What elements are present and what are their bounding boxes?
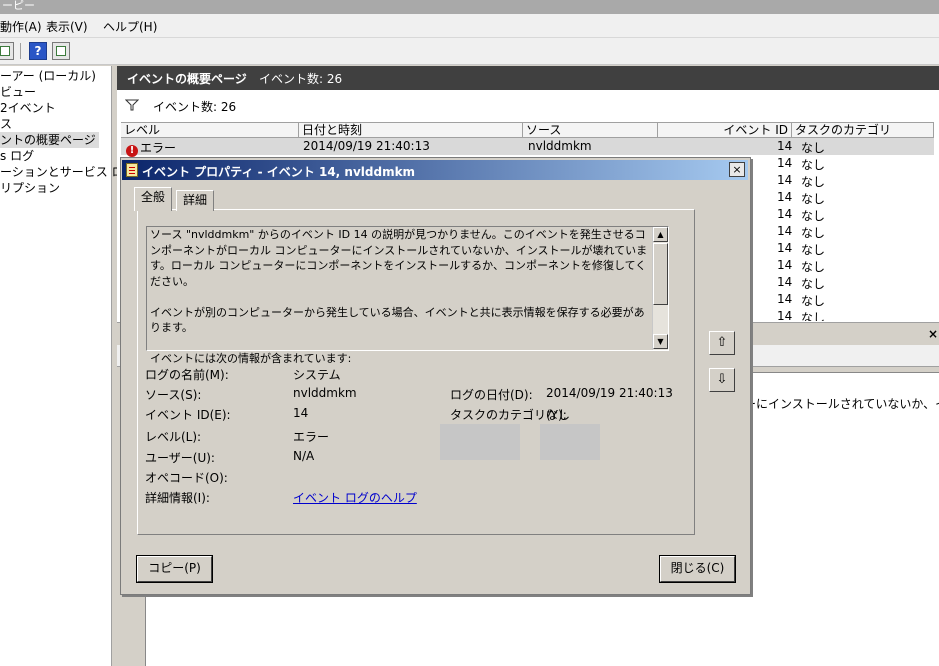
tree-item-windows-logs-fragment[interactable]: ス [0, 116, 15, 132]
scroll-down-icon[interactable]: ▼ [653, 334, 668, 349]
event-id-value: 14 [293, 406, 309, 420]
preview-close-button[interactable]: × [928, 327, 938, 341]
description-para: イベントには次の情報が含まれています: [150, 352, 352, 365]
toolbar-separator [20, 43, 21, 59]
row-category: なし [801, 192, 826, 206]
redacted-computer [540, 424, 600, 460]
opcode-label: オペコード(O): [145, 471, 228, 485]
event-id-label: イベント ID(E): [145, 408, 231, 422]
row-category: なし [801, 294, 826, 308]
source-label: ソース(S): [145, 388, 202, 402]
row-category: なし [801, 243, 826, 257]
dialog-close-button[interactable]: × [729, 162, 745, 177]
row-category: なし [801, 158, 826, 172]
description-text: ソース "nvlddmkm" からのイベント ID 14 の説明が見つかりません… [150, 227, 650, 382]
window-title: ーピー [0, 0, 939, 14]
row-event-id: 14 [777, 207, 793, 221]
tab-details[interactable]: 詳細 [176, 190, 215, 211]
table-row[interactable]: ! エラー 2014/09/19 21:40:13 nvlddmkm 14 なし [121, 138, 934, 157]
description-para: イベントが別のコンピューターから発生している場合、イベントと共に表示情報を保存す… [150, 305, 645, 335]
redacted-keywords [440, 424, 520, 460]
log-name-label: ログの名前(M): [145, 368, 229, 382]
row-datetime: 2014/09/19 21:40:13 [303, 139, 430, 153]
show-hide-tree-icon[interactable] [0, 42, 14, 60]
row-source: nvlddmkm [528, 139, 592, 153]
dialog-title-bar[interactable]: イベント プロパティ - イベント 14, nvlddmkm × [122, 160, 748, 180]
tree-item-windows-logs[interactable]: s ログ [0, 148, 37, 164]
tab-general[interactable]: 全般 [134, 187, 173, 211]
event-log-icon [126, 163, 138, 177]
help-icon[interactable]: ? [29, 42, 47, 60]
row-event-id: 14 [777, 309, 793, 321]
tree-item-subscriptions[interactable]: リプション [0, 180, 63, 196]
row-event-id: 14 [777, 258, 793, 272]
row-event-id: 14 [777, 173, 793, 187]
copy-button[interactable]: コピー(P) [136, 555, 213, 583]
row-event-id: 14 [777, 292, 793, 306]
row-category: なし [801, 141, 826, 155]
description-box[interactable]: ソース "nvlddmkm" からのイベント ID 14 の説明が見つかりません… [146, 226, 669, 365]
row-category: なし [801, 175, 826, 189]
menu-bar: 動作(A) 表示(V) ヘルプ(H) [0, 14, 939, 38]
filter-icon[interactable] [125, 99, 139, 111]
row-category: なし [801, 260, 826, 274]
summary-title: イベントの概要ページ [127, 72, 247, 86]
show-hide-action-pane-icon[interactable] [52, 42, 70, 60]
scroll-thumb[interactable] [653, 243, 668, 305]
menu-view[interactable]: 表示(V) [46, 18, 88, 35]
level-label: レベル(L): [145, 430, 202, 444]
toolbar: ? [0, 38, 939, 65]
description-scrollbar[interactable]: ▲ ▼ [652, 227, 668, 350]
console-tree: ーアー (ローカル) ビュー 2イベント ス ントの概要ページ s ログ ーショ… [0, 66, 136, 666]
row-event-id: 14 [777, 139, 793, 153]
col-datetime[interactable]: 日付と時刻 [299, 123, 523, 137]
scroll-up-icon[interactable]: ▲ [653, 227, 668, 242]
more-info-label: 詳細情報(I): [145, 491, 210, 505]
preview-description-fragment: ーにインストールされていないか、イ [744, 397, 939, 411]
event-log-help-link[interactable]: イベント ログのヘルプ [293, 489, 417, 506]
row-category: なし [801, 226, 826, 240]
col-level[interactable]: レベル [121, 123, 299, 137]
tree-item-summary-page[interactable]: ントの概要ページ [0, 132, 99, 148]
tree-item-custom-views[interactable]: ビュー [0, 84, 39, 100]
next-event-button[interactable]: ⇩ [709, 368, 735, 392]
logged-label: ログの日付(D): [450, 388, 533, 402]
arrow-up-icon: ⇧ [716, 335, 728, 350]
close-button[interactable]: 閉じる(C) [659, 555, 736, 583]
row-event-id: 14 [777, 190, 793, 204]
tree-item-root[interactable]: ーアー (ローカル) [0, 68, 99, 84]
logged-value: 2014/09/19 21:40:13 [546, 386, 673, 400]
col-category[interactable]: タスクのカテゴリ [792, 123, 934, 137]
level-value: エラー [293, 430, 330, 444]
row-category: なし [801, 277, 826, 291]
menu-action[interactable]: 動作(A) [0, 18, 42, 35]
previous-event-button[interactable]: ⇧ [709, 331, 735, 355]
summary-event-count: イベント数: 26 [259, 72, 343, 86]
row-category: なし [801, 311, 826, 321]
row-category: なし [801, 209, 826, 223]
category-value: なし [546, 408, 571, 422]
tree-item-admin-events[interactable]: 2イベント [0, 100, 59, 116]
col-event-id[interactable]: イベント ID [658, 123, 792, 137]
row-event-id: 14 [777, 156, 793, 170]
row-event-id: 14 [777, 241, 793, 255]
user-label: ユーザー(U): [145, 451, 215, 465]
event-grid-header: レベル 日付と時刻 ソース イベント ID タスクのカテゴリ [121, 122, 934, 138]
source-value: nvlddmkm [293, 386, 357, 400]
menu-help[interactable]: ヘルプ(H) [103, 18, 157, 35]
filter-event-count: イベント数: 26 [153, 100, 237, 114]
filter-bar: イベント数: 26 [117, 94, 939, 118]
row-event-id: 14 [777, 275, 793, 289]
row-event-id: 14 [777, 224, 793, 238]
user-value: N/A [293, 449, 315, 463]
summary-header: イベントの概要ページ イベント数: 26 [117, 66, 939, 90]
arrow-down-icon: ⇩ [716, 372, 728, 387]
description-para: ソース "nvlddmkm" からのイベント ID 14 の説明が見つかりません… [150, 228, 648, 288]
dialog-title: イベント プロパティ - イベント 14, nvlddmkm [142, 165, 416, 179]
log-name-value: システム [293, 368, 341, 382]
col-source[interactable]: ソース [523, 123, 658, 137]
